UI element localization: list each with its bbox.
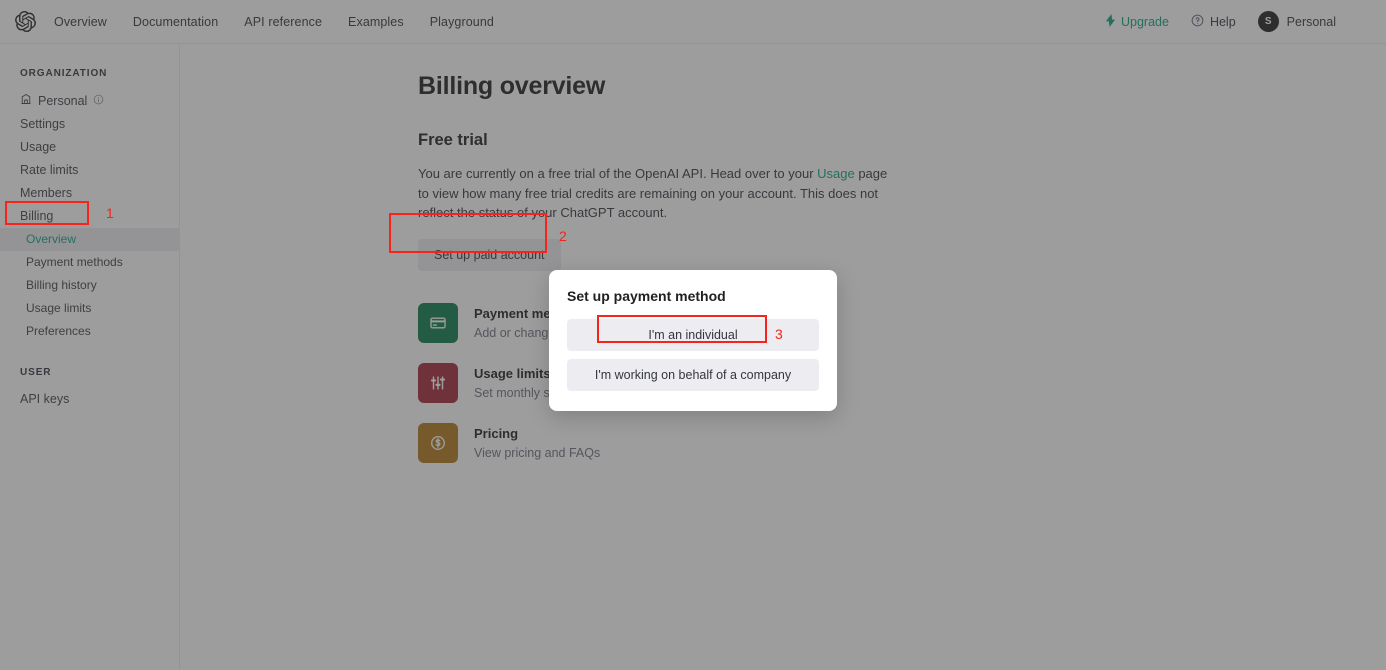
modal-company-button[interactable]: I'm working on behalf of a company bbox=[567, 359, 819, 391]
modal-individual-button[interactable]: I'm an individual bbox=[567, 319, 819, 351]
modal-title: Set up payment method bbox=[567, 288, 726, 304]
setup-payment-method-modal: Set up payment method I'm an individual … bbox=[549, 270, 837, 411]
